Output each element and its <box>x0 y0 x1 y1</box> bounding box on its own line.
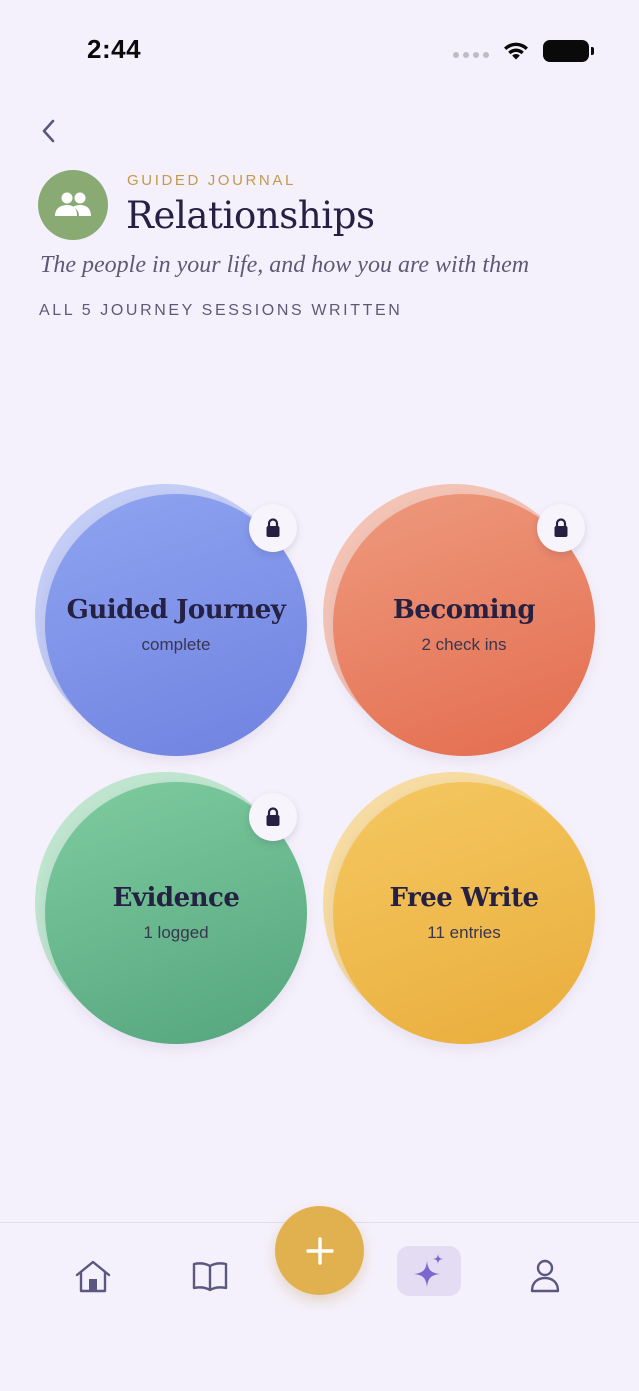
card-becoming[interactable]: Becoming 2 check ins <box>323 484 595 756</box>
card-disc: Free Write 11 entries <box>333 782 595 1044</box>
card-title: Guided Journey <box>66 595 286 625</box>
page-title: Relationships <box>126 194 375 237</box>
card-title: Evidence <box>112 883 240 913</box>
tab-insights[interactable] <box>397 1246 461 1296</box>
card-subtitle: 1 logged <box>143 923 209 942</box>
plus-icon <box>305 1236 334 1265</box>
status-indicators <box>453 38 594 64</box>
book-icon <box>192 1262 228 1292</box>
lock-icon <box>266 807 280 826</box>
card-free-write[interactable]: Free Write 11 entries <box>323 772 595 1044</box>
card-title: Becoming <box>392 595 536 625</box>
card-subtitle: 11 entries <box>427 923 501 942</box>
chevron-left-icon <box>42 119 55 143</box>
sparkle-icon <box>414 1254 443 1287</box>
tab-journal[interactable] <box>178 1251 242 1301</box>
people-icon <box>55 192 91 216</box>
progress-status: ALL 5 JOURNEY SESSIONS WRITTEN <box>39 302 403 319</box>
status-time: 2:44 <box>87 34 142 64</box>
card-subtitle: 2 check ins <box>421 635 507 654</box>
lock-badge <box>249 504 297 552</box>
category-avatar <box>38 170 108 240</box>
wifi-icon <box>504 42 528 60</box>
page-subtitle: The people in your life, and how you are… <box>40 252 530 278</box>
battery-icon <box>543 40 594 62</box>
lock-icon <box>554 518 568 537</box>
lock-badge <box>249 793 297 841</box>
journal-type-label: GUIDED JOURNAL <box>127 172 296 189</box>
card-subtitle: complete <box>141 635 211 654</box>
home-icon <box>75 1260 111 1293</box>
tab-profile[interactable] <box>513 1251 577 1301</box>
tab-home[interactable] <box>61 1251 125 1301</box>
card-title: Free Write <box>389 883 540 913</box>
add-entry-button[interactable] <box>275 1206 364 1295</box>
signal-icon <box>453 52 489 58</box>
profile-icon <box>530 1259 560 1293</box>
lock-icon <box>266 518 280 537</box>
back-button[interactable] <box>34 116 62 146</box>
lock-badge <box>537 504 585 552</box>
card-guided-journey[interactable]: Guided Journey complete <box>35 484 307 756</box>
card-evidence[interactable]: Evidence 1 logged <box>35 772 307 1044</box>
